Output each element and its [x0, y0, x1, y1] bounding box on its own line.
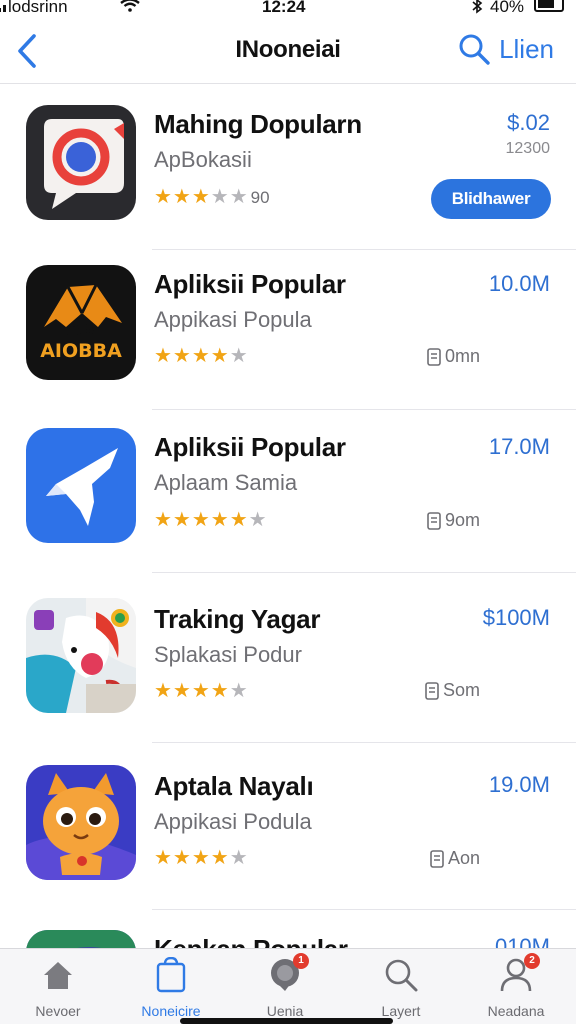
svg-text:AB: AB — [67, 319, 95, 340]
map-pin-icon: 1 — [267, 953, 309, 993]
bluetooth-icon — [472, 0, 483, 14]
search-button-label: Llien — [499, 33, 554, 64]
list-item[interactable]: Mahing Dopularn ApBokasii ★★★★★ 90 $.02 1… — [0, 85, 576, 250]
app-name: Mahing Dopularn — [154, 109, 362, 139]
download-button[interactable]: Blidhawer — [431, 179, 551, 219]
document-icon — [425, 681, 439, 700]
app-subtitle: Appikasi Podula — [154, 809, 312, 834]
app-name: Apliksii Popular — [154, 269, 346, 299]
app-size: Som — [425, 680, 480, 701]
app-name: Aptala Nayalı — [154, 771, 314, 801]
app-price: $.02 — [507, 110, 550, 135]
app-price: 17.0M — [488, 434, 550, 459]
app-subtitle: Splakasi Podur — [154, 642, 302, 667]
chat-bubble-ring-icon — [26, 105, 136, 220]
document-icon — [427, 347, 441, 366]
battery-percent: 40% — [490, 0, 525, 16]
document-icon — [430, 849, 444, 868]
star-rating: ★★★★★ — [154, 680, 249, 702]
divider — [152, 572, 576, 573]
app-price: $100M — [482, 605, 550, 630]
signal-icon — [0, 0, 6, 12]
star-rating: ★★★★★ — [154, 345, 249, 367]
tab-bar: Nevoer Noneicire 1 Uenia Layert 2 Neadan… — [0, 948, 576, 1024]
tab-label: Uenia — [266, 1003, 304, 1019]
notification-badge: 1 — [293, 953, 309, 969]
tab-label: Nevoer — [35, 1003, 81, 1019]
tab-label: Noneicire — [141, 1003, 201, 1019]
document-icon — [427, 511, 441, 530]
app-subtitle: Appikasi Popula — [154, 307, 312, 332]
battery-icon — [534, 0, 564, 12]
search-icon — [459, 34, 490, 65]
wifi-icon — [120, 0, 140, 12]
svg-text:AIOBBA: AIOBBA — [40, 340, 122, 362]
person-icon: 2 — [498, 953, 540, 993]
aiobba-tent-icon: AB AIOBBA — [26, 265, 136, 380]
rating-count: 90 — [250, 188, 270, 207]
app-size: Aon — [430, 848, 480, 869]
tab-label: Neadana — [487, 1003, 545, 1019]
app-price: 10.0M — [488, 271, 550, 296]
star-rating: ★★★★★ 90 — [154, 186, 270, 208]
notification-badge: 2 — [524, 953, 540, 969]
cartoon-bird-game-icon — [26, 598, 136, 713]
star-rating: ★★★★★ — [154, 847, 249, 869]
navigation-bar: INooneiai Llien — [0, 22, 576, 84]
app-name: Traking Yagar — [154, 604, 321, 634]
list-item[interactable]: AB AIOBBA Apliksii Popular Appikasi Popu… — [0, 245, 576, 410]
clock: 12:24 — [262, 0, 306, 16]
app-subtitle: ApBokasii — [154, 147, 252, 172]
divider — [152, 742, 576, 743]
tab-shopping[interactable]: Noneicire — [126, 956, 216, 1019]
list-item[interactable]: Aptala Nayalı Appikasi Podula ★★★★★ 19.0… — [0, 745, 576, 910]
home-indicator — [180, 1018, 393, 1024]
tab-home[interactable]: Nevoer — [13, 957, 103, 1019]
home-icon — [40, 957, 76, 993]
list-item[interactable]: Traking Yagar Splakasi Podur ★★★★★ $100M… — [0, 578, 576, 743]
tab-search[interactable]: Layert — [356, 957, 446, 1019]
price-subtext: 12300 — [505, 140, 551, 157]
app-subtitle: Aplaam Samia — [154, 470, 298, 495]
app-name: Apliksii Popular — [154, 432, 346, 462]
app-size: 0mn — [427, 346, 480, 367]
tab-map[interactable]: 1 Uenia — [240, 953, 330, 1019]
orange-cat-icon — [26, 765, 136, 880]
search-icon — [383, 957, 419, 993]
status-bar: lodsrinn 12:24 40% — [0, 0, 576, 22]
star-rating: ★★★★★★ — [154, 509, 268, 531]
search-button[interactable]: Llien — [457, 32, 554, 66]
app-price: 19.0M — [488, 772, 550, 797]
tab-label: Layert — [381, 1003, 421, 1019]
tab-profile[interactable]: 2 Neadana — [471, 953, 561, 1019]
app-size: 9om — [427, 510, 480, 531]
carrier-label: lodsrinn — [8, 0, 68, 16]
list-item[interactable]: Apliksii Popular Aplaam Samia ★★★★★★ 17.… — [0, 408, 576, 573]
shopping-bag-icon — [153, 956, 189, 993]
white-bird-icon — [26, 428, 136, 543]
